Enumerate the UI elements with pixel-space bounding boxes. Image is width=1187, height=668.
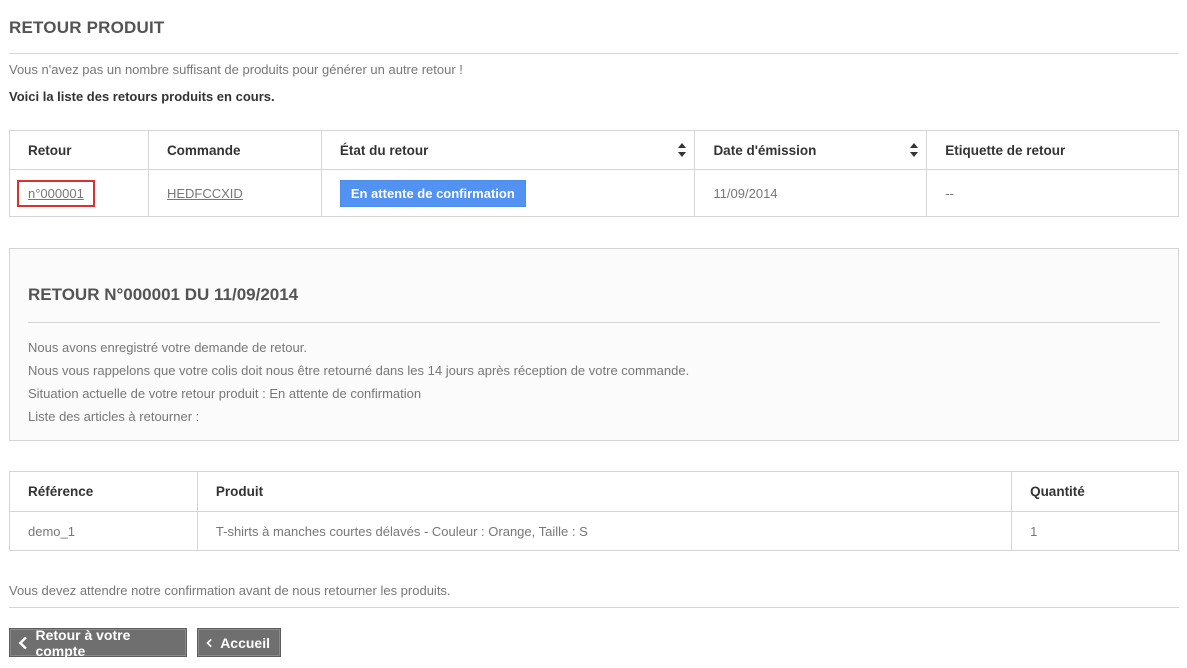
col-header-reference: Référence [9, 471, 198, 512]
col-header-date[interactable]: Date d'émission [694, 130, 928, 170]
notice-text: Vous n'avez pas un nombre suffisant de p… [9, 62, 463, 77]
cell-etiquette: -- [926, 169, 1179, 217]
returns-table-header-row: Retour Commande État du retour Date d'ém… [9, 130, 1179, 170]
detail-line: Liste des articles à retourner : [28, 409, 200, 424]
col-header-commande: Commande [147, 130, 322, 170]
col-header-retour: Retour [9, 130, 149, 170]
order-reference-link[interactable]: HEDFCCXID [167, 186, 243, 201]
sort-icon[interactable] [678, 143, 687, 157]
items-table: Référence Produit Quantité demo_1 T-shir… [9, 471, 1179, 551]
back-to-account-button[interactable]: Retour à votre compte [9, 626, 187, 659]
page: RETOUR PRODUIT Vous n'avez pas un nombre… [0, 0, 1187, 668]
back-to-account-label: Retour à votre compte [35, 626, 131, 659]
returns-table: Retour Commande État du retour Date d'ém… [9, 130, 1179, 217]
chevron-left-icon [18, 636, 27, 649]
table-row: n°000001 HEDFCCXID En attente de confirm… [9, 169, 1179, 217]
table-row: demo_1 T-shirts à manches courtes délavé… [9, 511, 1179, 551]
col-header-etat[interactable]: État du retour [320, 130, 696, 170]
cell-date: 11/09/2014 [694, 169, 928, 217]
cell-etat: En attente de confirmation [320, 169, 696, 217]
cell-quantite: 1 [1011, 511, 1179, 551]
return-number-highlight: n°000001 [17, 179, 95, 207]
cell-commande: HEDFCCXID [147, 169, 322, 217]
cell-produit: T-shirts à manches courtes délavés - Cou… [196, 511, 1013, 551]
list-intro-text: Voici la liste des retours produits en c… [9, 89, 275, 104]
cell-reference: demo_1 [9, 511, 198, 551]
home-label: Accueil [220, 634, 270, 651]
items-table-header-row: Référence Produit Quantité [9, 471, 1179, 512]
col-header-etiquette: Etiquette de retour [926, 130, 1179, 170]
detail-line: Nous vous rappelons que votre colis doit… [28, 363, 690, 378]
page-title: RETOUR PRODUIT [9, 16, 1178, 55]
return-detail-title: RETOUR N°000001 DU 11/09/2014 [28, 285, 1160, 323]
detail-line: Nous avons enregistré votre demande de r… [28, 340, 307, 355]
footer-divider [9, 607, 1179, 608]
cell-retour: n°000001 [9, 169, 149, 217]
chevron-left-icon [206, 638, 212, 647]
col-header-etat-label: État du retour [339, 142, 429, 158]
footer-note: Vous devez attendre notre confirmation a… [9, 583, 451, 598]
return-number-link[interactable]: n°000001 [28, 186, 84, 201]
col-header-date-label: Date d'émission [713, 142, 817, 158]
col-header-quantite: Quantité [1011, 471, 1179, 512]
col-header-produit: Produit [196, 471, 1013, 512]
status-badge: En attente de confirmation [339, 179, 526, 207]
return-detail-box: RETOUR N°000001 DU 11/09/2014 Nous avons… [9, 248, 1179, 441]
sort-icon[interactable] [910, 143, 919, 157]
detail-line: Situation actuelle de votre retour produ… [28, 386, 422, 401]
home-button[interactable]: Accueil [197, 628, 281, 657]
